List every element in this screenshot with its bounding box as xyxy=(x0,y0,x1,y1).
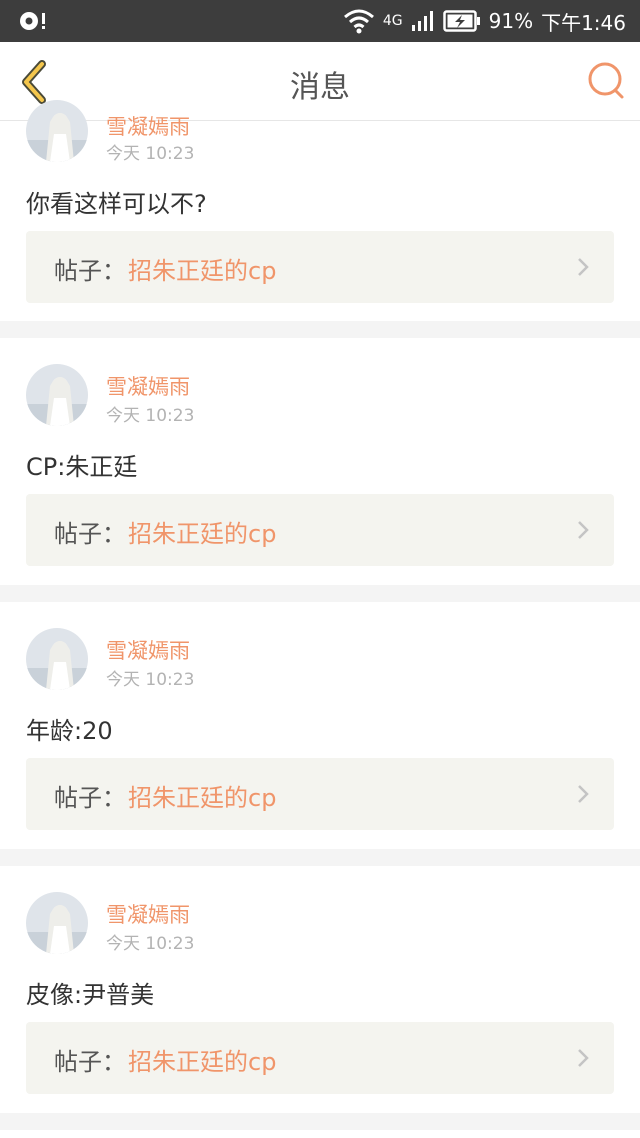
message-text: 你看这样可以不? xyxy=(26,190,207,218)
timestamp: 今天 10:23 xyxy=(106,406,195,426)
divider xyxy=(0,1113,640,1130)
chevron-right-icon xyxy=(578,258,589,276)
page-title: 消息 xyxy=(290,70,350,105)
avatar-image xyxy=(26,100,88,162)
post-prefix: 帖子： xyxy=(54,784,126,812)
message-text: 皮像:尹普美 xyxy=(26,981,155,1009)
post-prefix: 帖子： xyxy=(54,257,126,285)
avatar-image xyxy=(26,892,88,954)
signal-icon xyxy=(411,11,433,31)
message-card: 雪凝嫣雨 今天 10:23 CP:朱正廷 帖子： 招朱正廷的cp xyxy=(0,338,640,585)
wifi-icon xyxy=(343,9,374,34)
post-prefix: 帖子： xyxy=(54,1048,126,1076)
avatar-image xyxy=(26,628,88,690)
timestamp: 今天 10:23 xyxy=(106,144,195,164)
chevron-right-icon xyxy=(578,785,589,803)
avatar[interactable] xyxy=(26,628,88,690)
nav-bar: 消息 xyxy=(0,42,640,121)
network-type: 4G xyxy=(382,13,403,29)
post-link[interactable]: 帖子： 招朱正廷的cp xyxy=(26,758,614,830)
battery-charging-icon xyxy=(442,10,480,32)
post-title: 招朱正廷的cp xyxy=(128,784,277,812)
avatar-image xyxy=(26,364,88,426)
clock: 下午1:46 xyxy=(541,10,626,35)
avatar[interactable] xyxy=(26,892,88,954)
avatar[interactable] xyxy=(26,364,88,426)
divider xyxy=(0,585,640,602)
post-title: 招朱正廷的cp xyxy=(128,1048,277,1076)
post-title: 招朱正廷的cp xyxy=(128,257,277,285)
message-text: CP:朱正廷 xyxy=(26,453,138,481)
message-card: 雪凝嫣雨 今天 10:23 皮像:尹普美 帖子： 招朱正廷的cp xyxy=(0,866,640,1113)
post-link[interactable]: 帖子： 招朱正廷的cp xyxy=(26,231,614,303)
avatar[interactable] xyxy=(26,100,88,162)
username[interactable]: 雪凝嫣雨 xyxy=(106,371,190,401)
post-title: 招朱正廷的cp xyxy=(128,520,277,548)
timestamp: 今天 10:23 xyxy=(106,934,195,954)
notification-icon xyxy=(20,12,45,30)
message-card: 雪凝嫣雨 今天 10:23 年龄:20 帖子： 招朱正廷的cp xyxy=(0,602,640,849)
status-bar: 4G 91% 下午1:46 xyxy=(0,0,640,42)
username[interactable]: 雪凝嫣雨 xyxy=(106,899,190,929)
divider xyxy=(0,849,640,866)
chevron-right-icon xyxy=(578,521,589,539)
message-card: 雪凝嫣雨 今天 10:23 你看这样可以不? 帖子： 招朱正廷的cp xyxy=(0,100,640,321)
battery-percent: 91% xyxy=(488,9,534,33)
post-link[interactable]: 帖子： 招朱正廷的cp xyxy=(26,1022,614,1094)
message-text: 年龄:20 xyxy=(26,717,113,745)
divider xyxy=(0,321,640,338)
search-icon[interactable] xyxy=(586,60,626,100)
timestamp: 今天 10:23 xyxy=(106,670,195,690)
username[interactable]: 雪凝嫣雨 xyxy=(106,635,190,665)
post-link[interactable]: 帖子： 招朱正廷的cp xyxy=(26,494,614,566)
message-feed: 雪凝嫣雨 今天 10:23 你看这样可以不? 帖子： 招朱正廷的cp 雪凝嫣雨 … xyxy=(0,100,640,1130)
username[interactable]: 雪凝嫣雨 xyxy=(106,111,190,141)
post-prefix: 帖子： xyxy=(54,520,126,548)
chevron-right-icon xyxy=(578,1049,589,1067)
